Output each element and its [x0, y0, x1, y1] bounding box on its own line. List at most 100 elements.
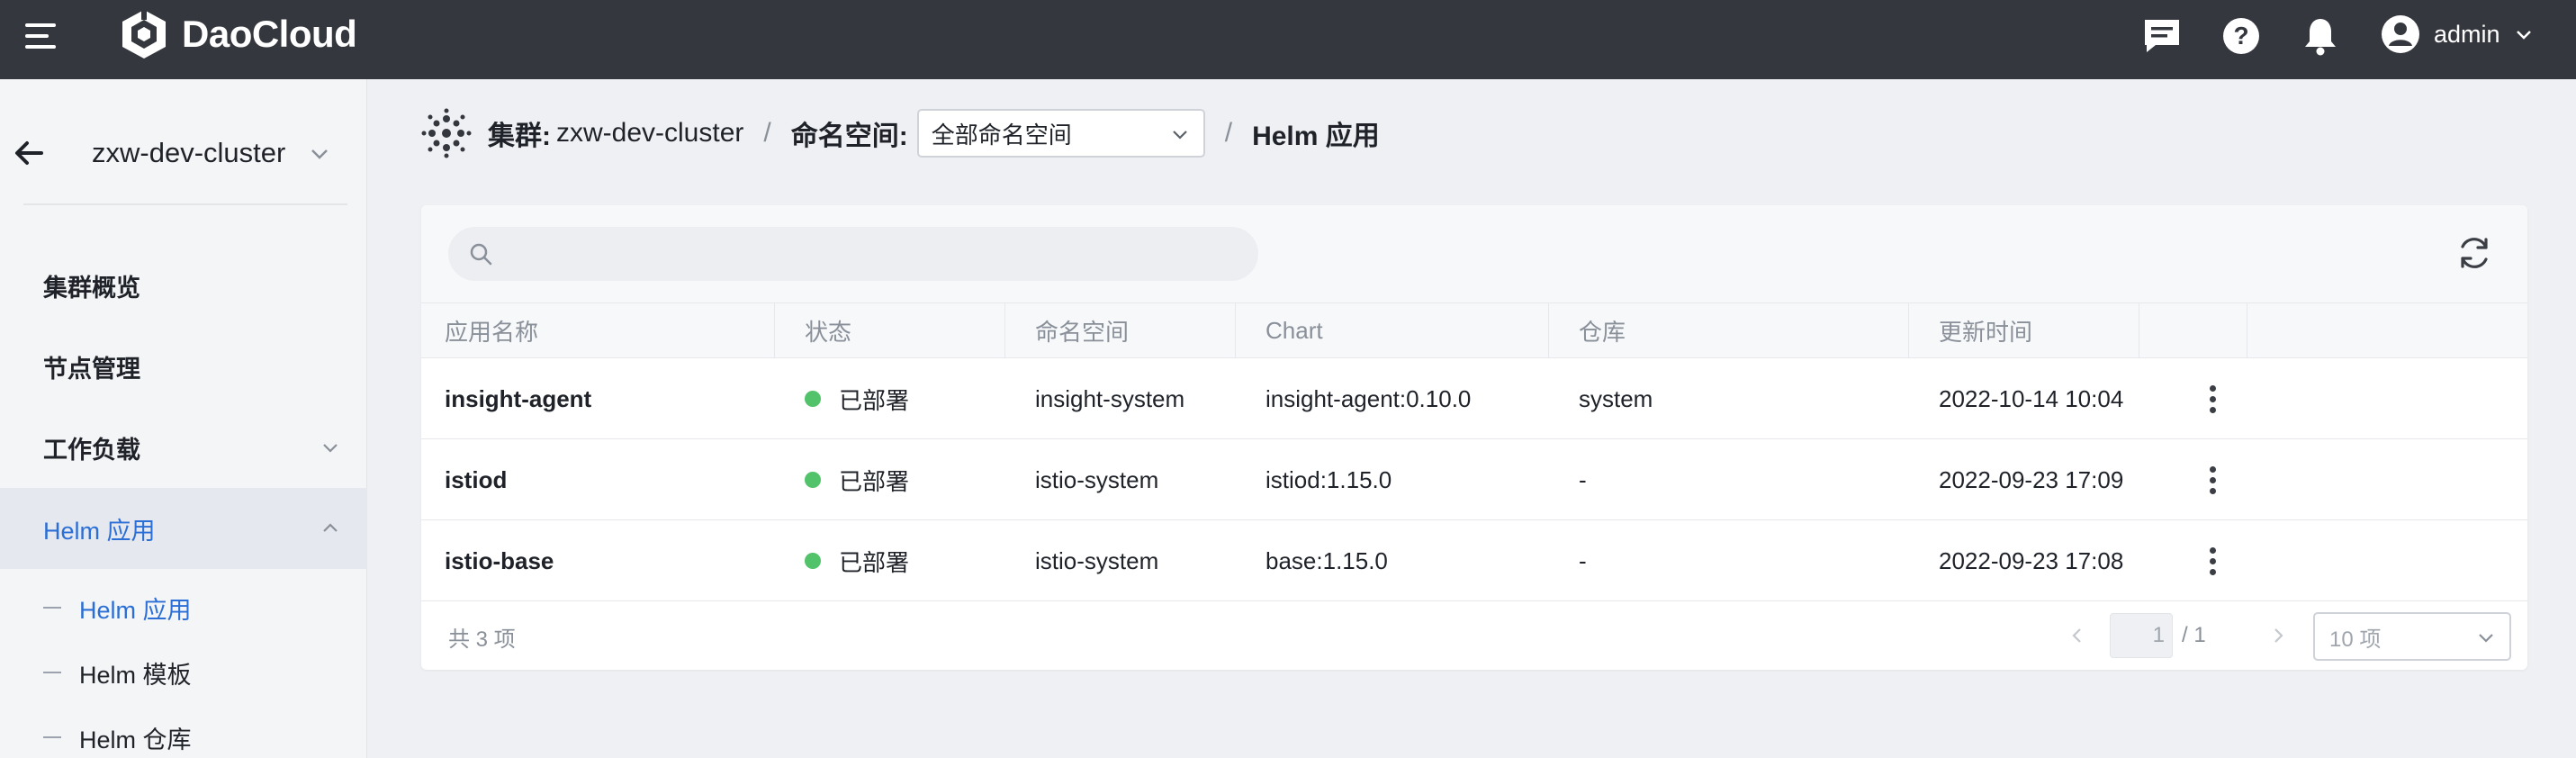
cluster-name: zxw-dev-cluster	[92, 137, 286, 168]
total-count: 共 3 项	[448, 627, 516, 652]
bell-icon[interactable]	[2299, 14, 2342, 58]
breadcrumb-separator: /	[1224, 118, 1233, 148]
menu-hamburger-icon[interactable]	[23, 20, 59, 56]
more-actions-icon[interactable]	[2194, 543, 2230, 579]
sidebar-item-label: 工作负载	[43, 436, 140, 464]
cell-app-name[interactable]: istiod	[445, 439, 507, 520]
sidebar-item-helm-apps[interactable]: Helm 应用	[0, 488, 367, 569]
cell-namespace: insight-system	[1035, 384, 1185, 412]
top-navigation-bar: DaoCloud ? admin	[0, 0, 2576, 79]
breadcrumb-separator: /	[763, 118, 771, 148]
daocloud-logo-icon	[122, 7, 166, 59]
sidebar-subitem-label: Helm 仓库	[79, 726, 192, 753]
breadcrumb-current-page: Helm 应用	[1252, 122, 1380, 151]
breadcrumb-cluster-link[interactable]: zxw-dev-cluster	[556, 118, 743, 149]
column-header-status[interactable]: 状态	[805, 303, 851, 357]
card-toolbar	[421, 205, 2527, 302]
sidebar-subitem-helm-apps[interactable]: Helm 应用	[0, 576, 367, 639]
cell-repo: -	[1579, 465, 1587, 493]
more-actions-icon[interactable]	[2194, 381, 2230, 417]
helm-apps-card: 应用名称 状态 命名空间 Chart 仓库 更新时间 insight-agent…	[421, 205, 2527, 670]
sidebar-subitem-label: Helm 应用	[79, 596, 192, 624]
cell-updated: 2022-09-23 17:08	[1939, 546, 2124, 574]
sidebar-item-node-management[interactable]: 节点管理	[0, 326, 367, 407]
cell-updated: 2022-09-23 17:09	[1939, 465, 2124, 493]
chevron-up-icon	[323, 523, 338, 532]
cell-chart: base:1.15.0	[1265, 546, 1388, 574]
user-avatar-icon	[2382, 15, 2419, 53]
brand-logo[interactable]: DaoCloud	[119, 7, 357, 61]
cell-namespace: istio-system	[1035, 465, 1159, 493]
namespace-select[interactable]: 全部命名空间	[916, 109, 1205, 158]
search-box[interactable]	[448, 227, 1258, 281]
sidebar-item-label: 节点管理	[43, 355, 140, 383]
column-header-namespace[interactable]: 命名空间	[1035, 303, 1129, 357]
column-divider	[1004, 303, 1005, 357]
refresh-icon[interactable]	[2454, 232, 2495, 274]
sidebar-item-cluster-overview[interactable]: 集群概览	[0, 245, 367, 326]
cell-repo: system	[1579, 384, 1653, 412]
cell-status: 已部署	[805, 358, 909, 439]
status-text: 已部署	[839, 386, 910, 414]
sidebar-item-label: 集群概览	[43, 274, 140, 302]
pagination: 1 / 1	[2059, 612, 2296, 659]
chevron-left-icon	[2072, 628, 2081, 643]
sidebar-divider	[23, 203, 347, 205]
column-divider	[1235, 303, 1236, 357]
column-divider	[1908, 303, 1909, 357]
cluster-icon	[421, 108, 472, 158]
breadcrumb: 集群: zxw-dev-cluster / 命名空间: 全部命名空间 / Hel…	[421, 106, 1380, 160]
search-icon	[470, 243, 492, 266]
sidebar-subitem-helm-repos[interactable]: Helm 仓库	[0, 706, 367, 758]
table-header: 应用名称 状态 命名空间 Chart 仓库 更新时间	[421, 302, 2527, 358]
next-page-button[interactable]	[2260, 618, 2296, 654]
cell-updated: 2022-10-14 10:04	[1939, 384, 2124, 412]
cell-app-name[interactable]: istio-base	[445, 520, 554, 601]
status-dot-icon	[805, 472, 821, 488]
chevron-down-icon	[2479, 634, 2493, 643]
sidebar-subitem-helm-templates[interactable]: Helm 模板	[0, 641, 367, 704]
chevron-down-icon	[2516, 31, 2531, 40]
page-number-input[interactable]: 1	[2110, 613, 2173, 658]
chevron-down-icon	[323, 444, 338, 453]
status-dot-icon	[805, 553, 821, 569]
message-icon[interactable]	[2140, 14, 2184, 58]
cell-namespace: istio-system	[1035, 546, 1159, 574]
status-dot-icon	[805, 391, 821, 407]
cell-status: 已部署	[805, 520, 909, 601]
page-size-select[interactable]: 10 项	[2313, 612, 2511, 661]
more-actions-icon[interactable]	[2194, 462, 2230, 498]
status-text: 已部署	[839, 467, 910, 495]
chevron-down-icon	[311, 149, 328, 159]
cell-chart: istiod:1.15.0	[1265, 465, 1392, 493]
user-menu[interactable]: admin	[2380, 13, 2535, 56]
sidebar: zxw-dev-cluster 集群概览 节点管理 工作负载 Helm 应用 H…	[0, 79, 367, 758]
dash-marker	[43, 672, 61, 673]
user-name: admin	[2434, 20, 2500, 48]
column-header-chart[interactable]: Chart	[1265, 303, 1323, 357]
table-row[interactable]: istiod 已部署 istio-system istiod:1.15.0 - …	[421, 439, 2527, 520]
svg-text:?: ?	[2233, 22, 2248, 50]
status-text: 已部署	[839, 548, 910, 576]
table-row[interactable]: istio-base 已部署 istio-system base:1.15.0 …	[421, 520, 2527, 601]
sidebar-item-workloads[interactable]: 工作负载	[0, 407, 367, 488]
column-divider	[774, 303, 775, 357]
chevron-down-icon	[1172, 131, 1187, 140]
column-header-updated[interactable]: 更新时间	[1939, 303, 2032, 357]
dash-marker	[43, 736, 61, 738]
chevron-right-icon	[2274, 628, 2283, 643]
column-header-repo[interactable]: 仓库	[1579, 303, 1626, 357]
table-footer: 共 3 项 1 / 1 10 项	[421, 601, 2527, 670]
sidebar-subitem-label: Helm 模板	[79, 661, 192, 689]
breadcrumb-namespace-label: 命名空间:	[790, 122, 908, 151]
back-arrow-icon[interactable]	[11, 135, 47, 171]
breadcrumb-cluster-label: 集群:	[488, 122, 551, 151]
cell-app-name[interactable]: insight-agent	[445, 358, 591, 439]
search-input[interactable]	[504, 239, 1242, 268]
cluster-switcher[interactable]: zxw-dev-cluster	[0, 115, 367, 187]
table-row[interactable]: insight-agent 已部署 insight-system insight…	[421, 358, 2527, 439]
dash-marker	[43, 607, 61, 609]
help-icon[interactable]: ?	[2220, 14, 2263, 58]
prev-page-button[interactable]	[2059, 618, 2095, 654]
column-header-name[interactable]: 应用名称	[445, 303, 538, 357]
